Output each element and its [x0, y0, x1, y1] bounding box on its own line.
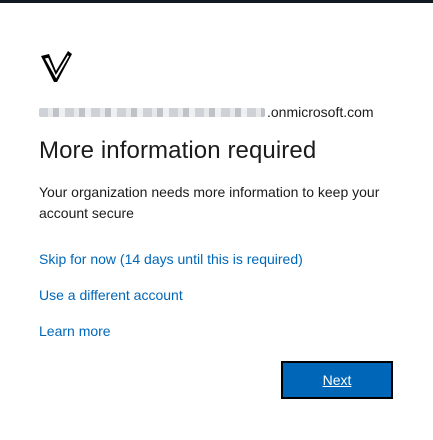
- sign-in-card: .onmicrosoft.com More information requir…: [0, 3, 433, 440]
- use-different-account-link[interactable]: Use a different account: [39, 287, 183, 303]
- shield-check-icon: [39, 49, 73, 83]
- account-identity: .onmicrosoft.com: [39, 103, 374, 121]
- learn-more-link[interactable]: Learn more: [39, 323, 111, 339]
- account-domain: .onmicrosoft.com: [267, 104, 374, 120]
- next-button[interactable]: Next: [281, 361, 393, 399]
- description-text: Your organization needs more information…: [39, 184, 380, 221]
- page-title: More information required: [39, 137, 317, 164]
- redacted-username: [39, 107, 265, 117]
- skip-for-now-link[interactable]: Skip for now (14 days until this is requ…: [39, 251, 303, 267]
